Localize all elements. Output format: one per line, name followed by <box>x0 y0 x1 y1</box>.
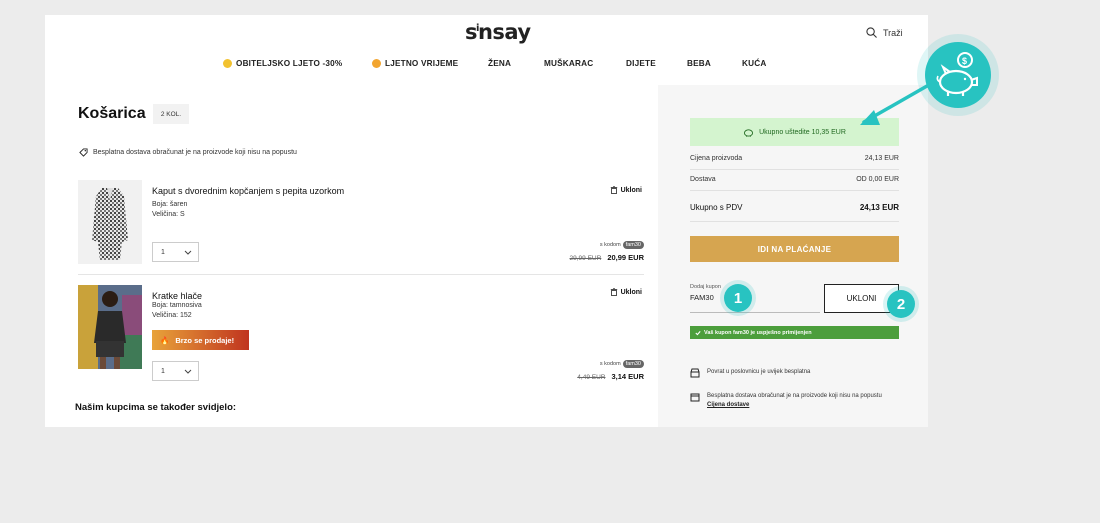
summary-divider <box>690 190 899 191</box>
coat-product-image[interactable] <box>78 180 142 264</box>
svg-text:$: $ <box>962 56 967 66</box>
new-price: 20,99 EUR <box>607 253 644 262</box>
coupon-label: Dodaj kupon <box>690 284 721 290</box>
old-price: 4,49 EUR <box>577 374 606 381</box>
fire-icon: 🔥 <box>160 335 170 345</box>
delivery-note: Besplatna dostava obračunat je na proizv… <box>79 148 297 157</box>
quantity-select[interactable]: 1 <box>152 242 199 262</box>
shop-page: sinsay Traži OBITELJSKO LJETO -30% LJETN… <box>45 15 928 427</box>
nav-item-summer-sale[interactable]: OBITELJSKO LJETO -30% <box>223 59 342 68</box>
package-icon <box>690 393 700 402</box>
search-button[interactable]: Traži <box>866 27 903 38</box>
coupon-success-message: Vaš kupon fam30 je uspješno primijenjen <box>690 326 899 339</box>
item-name[interactable]: Kratke hlače <box>152 291 202 301</box>
cart-item: Kaput s dvorednim kopčanjem s pepita uzo… <box>78 180 644 270</box>
nav-item-home[interactable]: KUĆA <box>742 59 766 68</box>
summary-divider <box>690 169 899 170</box>
total-row: Ukupno s PDV 24,13 EUR <box>690 203 899 212</box>
code-pill: fam30 <box>622 241 644 249</box>
heart-emoji-icon <box>223 59 232 68</box>
item-divider <box>78 274 644 275</box>
item-color: Boja: tamnosiva <box>152 302 202 309</box>
nav-item-men[interactable]: MUŠKARAC <box>544 59 593 68</box>
nav-item-summer-weather[interactable]: LJETNO VRIJEME <box>372 59 458 68</box>
item-name[interactable]: Kaput s dvorednim kopčanjem s pepita uzo… <box>152 186 344 196</box>
remove-item-button[interactable]: Ukloni <box>610 186 642 194</box>
quantity-select[interactable]: 1 <box>152 361 199 381</box>
step-2-marker: 2 <box>887 290 915 318</box>
shorts-product-image[interactable] <box>78 285 142 369</box>
step-1-marker: 1 <box>724 284 752 312</box>
product-price-row: Cijena proizvoda 24,13 EUR <box>690 155 899 162</box>
new-price: 3,14 EUR <box>611 372 644 381</box>
item-size: Veličina: S <box>152 211 185 218</box>
old-price: 29,99 EUR <box>569 255 602 262</box>
search-label: Traži <box>883 27 903 38</box>
checkout-button[interactable]: IDI NA PLAĆANJE <box>690 236 899 262</box>
recommendations-title: Našim kupcima se također svidjelo: <box>75 402 237 413</box>
check-icon <box>695 330 701 335</box>
trash-icon <box>610 288 617 296</box>
sinsay-logo[interactable]: sinsay <box>465 20 531 44</box>
piggy-bank-icon <box>744 128 754 137</box>
fast-selling-badge: 🔥 Brzo se prodaje! <box>152 330 249 350</box>
cart-title: Košarica <box>78 105 146 122</box>
coupon-input[interactable]: FAM30 <box>690 293 714 302</box>
item-color: Boja: šaren <box>152 201 188 208</box>
sun-emoji-icon <box>372 59 381 68</box>
discount-code-label: s kodom fam30 <box>600 241 644 249</box>
chevron-down-icon <box>184 250 192 255</box>
tag-icon <box>79 148 88 157</box>
nav-item-baby[interactable]: BEBA <box>687 59 711 68</box>
chevron-down-icon <box>184 369 192 374</box>
free-shipping-info: Besplatna dostava obračunat je na proizv… <box>690 392 899 410</box>
trash-icon <box>610 186 617 194</box>
discount-code-label: s kodom fam30 <box>600 360 644 368</box>
shipping-cost-link[interactable]: Cijena dostave <box>707 401 882 410</box>
nav-item-women[interactable]: ŽENA <box>488 59 511 68</box>
nav-item-kids[interactable]: DIJETE <box>626 59 656 68</box>
order-summary: Ukupno uštedite 10,35 EUR Cijena proizvo… <box>658 85 928 427</box>
shipping-row: Dostava OD 0,00 EUR <box>690 176 899 183</box>
remove-item-button[interactable]: Ukloni <box>610 288 642 296</box>
price: 4,49 EUR 3,14 EUR <box>577 372 644 381</box>
item-size: Veličina: 152 <box>152 312 192 319</box>
cart-item: Kratke hlače Boja: tamnosiva Veličina: 1… <box>78 285 644 385</box>
coupon-input-underline <box>690 312 820 313</box>
price: 29,99 EUR 20,99 EUR <box>570 253 644 262</box>
savings-badge: $ <box>917 34 999 116</box>
free-returns-info: Povrat u poslovnicu je uvijek besplatna <box>690 368 899 378</box>
store-icon <box>690 368 700 378</box>
search-icon <box>866 27 877 38</box>
summary-divider <box>690 221 899 222</box>
cart-count-badge: 2 KOL. <box>153 104 189 124</box>
piggy-bank-icon: $ <box>925 42 991 108</box>
code-pill: fam30 <box>622 360 644 368</box>
